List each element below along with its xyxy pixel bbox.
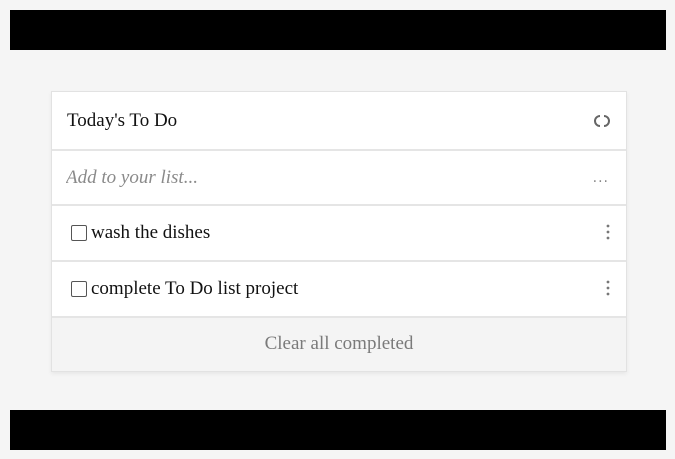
- todo-card: Today's To Do ... wash the dishes comple…: [51, 91, 627, 372]
- add-item-options-button[interactable]: ...: [593, 170, 609, 186]
- list-item: complete To Do list project: [52, 262, 626, 318]
- page-title: Today's To Do: [67, 110, 178, 131]
- kebab-menu-icon[interactable]: [606, 223, 610, 241]
- todo-header: Today's To Do: [52, 92, 626, 151]
- bottom-banner: [10, 410, 666, 450]
- item-checkbox[interactable]: [71, 281, 87, 297]
- item-checkbox[interactable]: [71, 225, 87, 241]
- add-item-row: ...: [52, 151, 626, 206]
- item-label: complete To Do list project: [91, 278, 299, 299]
- todo-footer: Clear all completed: [52, 318, 626, 371]
- refresh-icon[interactable]: [594, 113, 610, 129]
- list-item: wash the dishes: [52, 206, 626, 262]
- item-label: wash the dishes: [91, 222, 211, 243]
- clear-completed-button[interactable]: Clear all completed: [265, 333, 414, 355]
- add-item-input[interactable]: [52, 151, 572, 204]
- kebab-menu-icon[interactable]: [606, 279, 610, 297]
- top-banner: [10, 10, 666, 50]
